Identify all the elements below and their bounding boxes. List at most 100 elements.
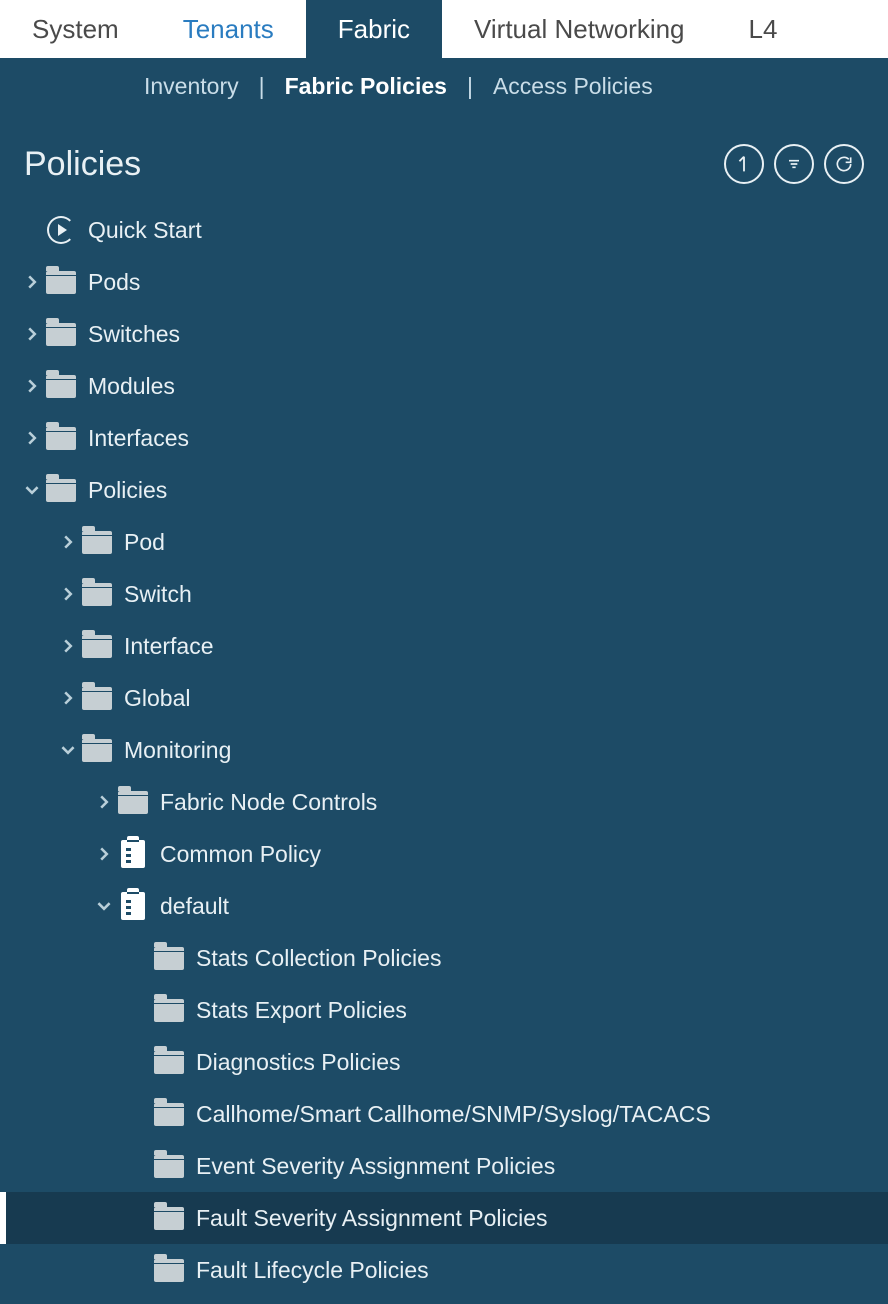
- tree-item-default[interactable]: default: [0, 880, 888, 932]
- dock-toggle-button[interactable]: [724, 144, 764, 184]
- dock-toggle-icon: [733, 153, 755, 175]
- folder-icon: [44, 375, 78, 398]
- subnav-inventory[interactable]: Inventory: [140, 73, 243, 100]
- tree-item-fault-severity[interactable]: Fault Severity Assignment Policies: [0, 1192, 888, 1244]
- panel-actions: [724, 144, 864, 184]
- subnav-separator: |: [467, 73, 473, 100]
- tree-label: Switch: [124, 581, 192, 608]
- chevron-right-icon[interactable]: [92, 847, 116, 861]
- quick-start-icon: [44, 216, 78, 244]
- tree-label: Common Policy: [160, 841, 321, 868]
- folder-icon: [44, 479, 78, 502]
- tab-tenants[interactable]: Tenants: [151, 0, 306, 58]
- tree-item-common-policy[interactable]: Common Policy: [0, 828, 888, 880]
- folder-icon: [80, 739, 114, 762]
- chevron-down-icon[interactable]: [92, 899, 116, 913]
- folder-icon: [152, 1259, 186, 1282]
- tree-label: default: [160, 893, 229, 920]
- page-title: Policies: [24, 145, 141, 184]
- tree-item-diagnostics[interactable]: Diagnostics Policies: [0, 1036, 888, 1088]
- tree-item-stats-export[interactable]: Stats Export Policies: [0, 984, 888, 1036]
- tab-label: L4: [749, 14, 778, 45]
- chevron-down-icon[interactable]: [20, 483, 44, 497]
- folder-icon: [80, 635, 114, 658]
- nav-tree: Quick Start Pods Switches Modules Interf…: [0, 194, 888, 1296]
- chevron-right-icon[interactable]: [56, 587, 80, 601]
- subnav-fabric-policies[interactable]: Fabric Policies: [281, 73, 451, 100]
- tree-item-global[interactable]: Global: [0, 672, 888, 724]
- refresh-button[interactable]: [824, 144, 864, 184]
- tab-label: Virtual Networking: [474, 14, 685, 45]
- folder-icon: [80, 531, 114, 554]
- folder-icon: [152, 999, 186, 1022]
- chevron-right-icon[interactable]: [20, 275, 44, 289]
- tree-label: Pods: [88, 269, 140, 296]
- tab-fabric[interactable]: Fabric: [306, 0, 442, 58]
- tree-label: Policies: [88, 477, 167, 504]
- tree-label: Pod: [124, 529, 165, 556]
- tree-label: Modules: [88, 373, 175, 400]
- chevron-down-icon[interactable]: [56, 743, 80, 757]
- tree-item-policies[interactable]: Policies: [0, 464, 888, 516]
- tree-label: Fault Severity Assignment Policies: [196, 1205, 548, 1232]
- folder-icon: [152, 947, 186, 970]
- tree-item-interfaces[interactable]: Interfaces: [0, 412, 888, 464]
- tree-item-modules[interactable]: Modules: [0, 360, 888, 412]
- chevron-right-icon[interactable]: [56, 535, 80, 549]
- chevron-right-icon[interactable]: [56, 691, 80, 705]
- tree-label: Fabric Node Controls: [160, 789, 377, 816]
- tree-item-switches[interactable]: Switches: [0, 308, 888, 360]
- tree-item-pod[interactable]: Pod: [0, 516, 888, 568]
- subnav-separator: |: [259, 73, 265, 100]
- panel-header: Policies: [0, 114, 888, 194]
- tab-system[interactable]: System: [0, 0, 151, 58]
- folder-icon: [152, 1103, 186, 1126]
- folder-icon: [116, 791, 150, 814]
- tree-label: Quick Start: [88, 217, 202, 244]
- tree-label: Stats Collection Policies: [196, 945, 441, 972]
- tree-label: Stats Export Policies: [196, 997, 407, 1024]
- sub-nav: Inventory | Fabric Policies | Access Pol…: [0, 58, 888, 114]
- tree-item-interface[interactable]: Interface: [0, 620, 888, 672]
- subnav-access-policies[interactable]: Access Policies: [489, 73, 657, 100]
- tab-label: Tenants: [183, 14, 274, 45]
- top-nav: System Tenants Fabric Virtual Networking…: [0, 0, 888, 58]
- tab-virtual-networking[interactable]: Virtual Networking: [442, 0, 717, 58]
- clipboard-icon: [116, 892, 150, 920]
- tab-l4[interactable]: L4: [717, 0, 778, 58]
- tree-item-event-severity[interactable]: Event Severity Assignment Policies: [0, 1140, 888, 1192]
- tree-item-pods[interactable]: Pods: [0, 256, 888, 308]
- folder-icon: [80, 583, 114, 606]
- tree-label: Diagnostics Policies: [196, 1049, 401, 1076]
- tree-item-fabric-node-controls[interactable]: Fabric Node Controls: [0, 776, 888, 828]
- chevron-right-icon[interactable]: [20, 431, 44, 445]
- folder-icon: [152, 1051, 186, 1074]
- tab-label: System: [32, 14, 119, 45]
- refresh-icon: [834, 154, 854, 174]
- tab-label: Fabric: [338, 14, 410, 45]
- folder-icon: [152, 1207, 186, 1230]
- tree-item-monitoring[interactable]: Monitoring: [0, 724, 888, 776]
- clipboard-icon: [116, 840, 150, 868]
- chevron-right-icon[interactable]: [20, 327, 44, 341]
- tree-item-callhome[interactable]: Callhome/Smart Callhome/SNMP/Syslog/TACA…: [0, 1088, 888, 1140]
- chevron-right-icon[interactable]: [92, 795, 116, 809]
- tree-label: Event Severity Assignment Policies: [196, 1153, 555, 1180]
- tree-item-fault-lifecycle[interactable]: Fault Lifecycle Policies: [0, 1244, 888, 1296]
- folder-icon: [80, 687, 114, 710]
- tree-label: Callhome/Smart Callhome/SNMP/Syslog/TACA…: [196, 1101, 711, 1128]
- folder-icon: [44, 271, 78, 294]
- tree-label: Interface: [124, 633, 214, 660]
- folder-icon: [44, 323, 78, 346]
- folder-icon: [44, 427, 78, 450]
- filter-button[interactable]: [774, 144, 814, 184]
- tree-label: Monitoring: [124, 737, 231, 764]
- filter-icon: [784, 154, 804, 174]
- chevron-right-icon[interactable]: [20, 379, 44, 393]
- tree-item-quick-start[interactable]: Quick Start: [0, 204, 888, 256]
- folder-icon: [152, 1155, 186, 1178]
- tree-label: Interfaces: [88, 425, 189, 452]
- tree-item-stats-collection[interactable]: Stats Collection Policies: [0, 932, 888, 984]
- tree-item-switch[interactable]: Switch: [0, 568, 888, 620]
- chevron-right-icon[interactable]: [56, 639, 80, 653]
